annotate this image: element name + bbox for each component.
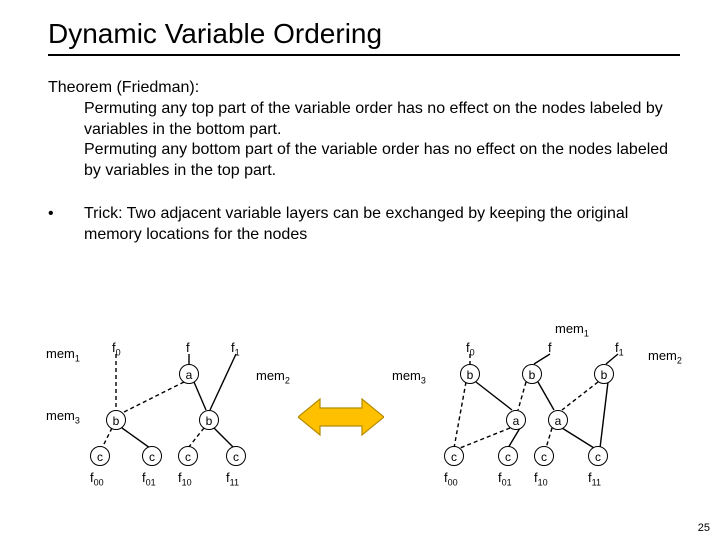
left-mem1-label: mem1 (46, 346, 80, 364)
right-r1-label: f00 (444, 470, 458, 488)
left-f-label: f (186, 340, 190, 355)
theorem-block: Theorem (Friedman): Permuting any top pa… (48, 78, 680, 182)
right-node-a1: a (506, 410, 526, 430)
left-f0-label: f0 (112, 340, 121, 358)
theorem-p1: Permuting any top part of the variable o… (48, 99, 680, 141)
diagram: mem1 mem2 mem3 f0 f f1 a b b c c c c f00… (0, 318, 720, 528)
right-node-b3: b (594, 364, 614, 384)
right-f0-label: f0 (466, 340, 475, 358)
left-r4-label: f11 (226, 470, 239, 488)
right-f1-label: f1 (615, 340, 624, 358)
swap-arrow-icon (298, 396, 384, 438)
right-mem2-label: mem2 (648, 348, 682, 366)
bullet-mark: • (48, 204, 84, 246)
trick-bullet: • Trick: Two adjacent variable layers ca… (48, 204, 680, 246)
right-node-b1: b (460, 364, 480, 384)
theorem-p2: Permuting any bottom part of the variabl… (48, 140, 680, 182)
right-mem3-label: mem3 (392, 368, 426, 386)
right-r4-label: f11 (588, 470, 601, 488)
left-node-c3: c (178, 446, 198, 466)
right-node-c3: c (534, 446, 554, 466)
left-node-a: a (179, 364, 199, 384)
right-node-b2: b (522, 364, 542, 384)
right-node-c2: c (498, 446, 518, 466)
left-node-b1: b (106, 410, 126, 430)
left-r3-label: f10 (178, 470, 192, 488)
right-r2-label: f01 (498, 470, 512, 488)
left-node-c1: c (90, 446, 110, 466)
slide-title: Dynamic Variable Ordering (48, 18, 680, 56)
left-r1-label: f00 (90, 470, 104, 488)
theorem-head: Theorem (Friedman): (48, 78, 680, 99)
right-node-c4: c (588, 446, 608, 466)
right-node-a2: a (548, 410, 568, 430)
left-node-b2: b (199, 410, 219, 430)
left-f1-label: f1 (231, 340, 240, 358)
right-f-label: f (548, 340, 552, 355)
left-mem2-label: mem2 (256, 368, 290, 386)
right-r3-label: f10 (534, 470, 548, 488)
left-r2-label: f01 (142, 470, 156, 488)
bullet-text: Trick: Two adjacent variable layers can … (84, 204, 680, 246)
right-node-c1: c (444, 446, 464, 466)
page-number: 25 (698, 522, 710, 534)
left-node-c2: c (142, 446, 162, 466)
right-mem1-label: mem1 (555, 321, 589, 339)
left-mem3-label: mem3 (46, 408, 80, 426)
left-node-c4: c (226, 446, 246, 466)
